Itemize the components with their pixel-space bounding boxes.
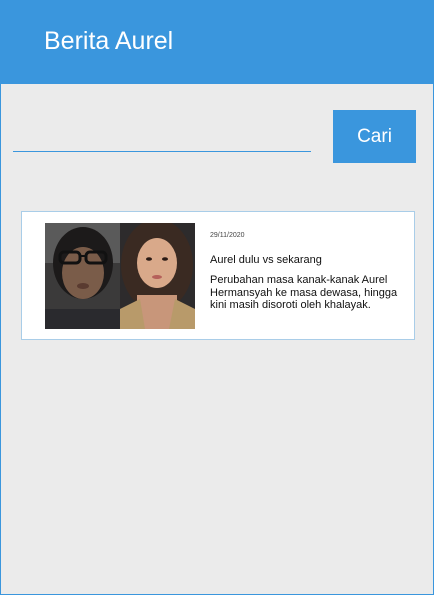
- search-input[interactable]: [13, 121, 311, 152]
- before-after-photo: [45, 223, 195, 329]
- news-card[interactable]: 29/11/2020 Aurel dulu vs sekarang Peruba…: [21, 211, 415, 340]
- app-title: Berita Aurel: [44, 27, 174, 55]
- app-bar: Berita Aurel: [1, 1, 433, 84]
- news-content: 29/11/2020 Aurel dulu vs sekarang Peruba…: [210, 231, 406, 312]
- news-thumbnail: [45, 223, 195, 329]
- news-title: Aurel dulu vs sekarang: [210, 254, 322, 266]
- search-button[interactable]: Cari: [333, 110, 416, 163]
- news-date: 29/11/2020: [210, 232, 245, 239]
- app-window: Berita Aurel Cari 29/11/2020 Aurel dulu …: [0, 0, 434, 595]
- news-summary: Perubahan masa kanak-kanak Aurel Hermans…: [210, 274, 398, 311]
